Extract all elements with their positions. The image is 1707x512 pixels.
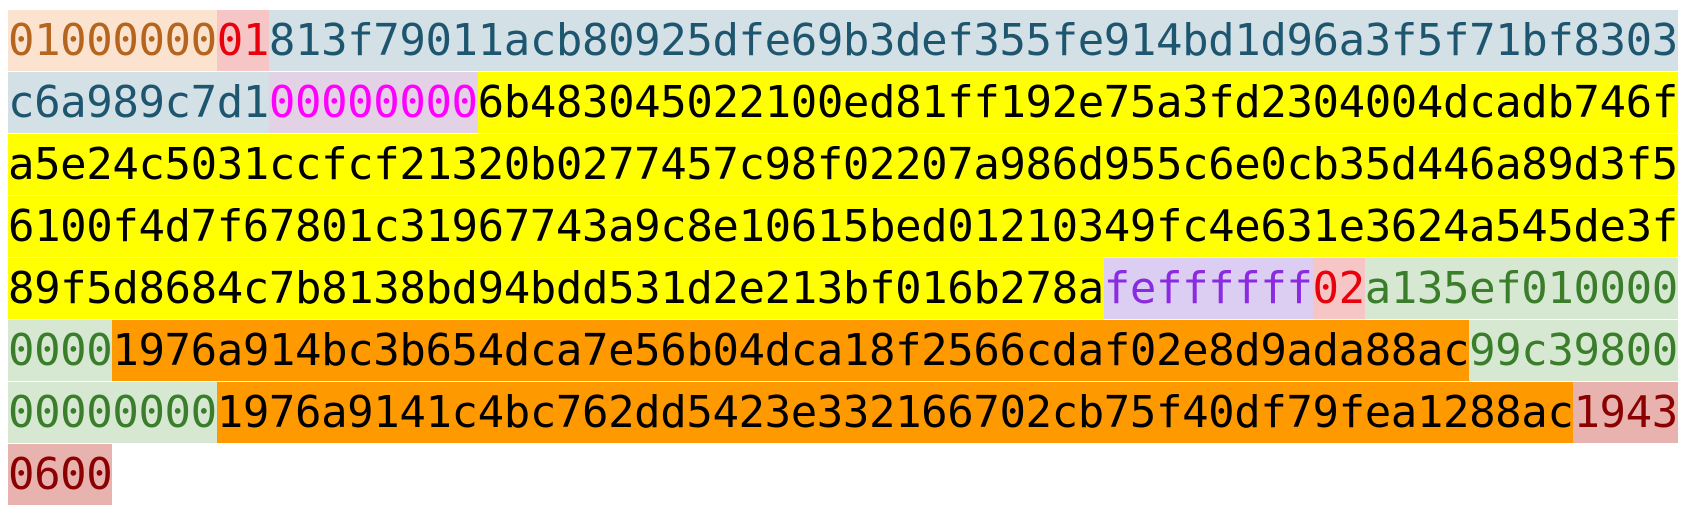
output-count-field: 02 (1312, 258, 1365, 319)
input-sequence-field: feffffff (1103, 258, 1313, 319)
output-1-scriptpubkey-field: 1976a914bc3b654dca7e56b04dca18f2566cdaf0… (112, 320, 1469, 381)
output-2-scriptpubkey-field: 1976a9141c4bc762dd5423e332166702cb75f40d… (216, 382, 1574, 443)
raw-transaction-hex: 0100000001813f79011acb80925dfe69b3def355… (8, 10, 1700, 506)
version-field: 01000000 (8, 10, 217, 71)
input-vout-field: 00000000 (268, 72, 478, 133)
input-count-field: 01 (216, 10, 269, 71)
